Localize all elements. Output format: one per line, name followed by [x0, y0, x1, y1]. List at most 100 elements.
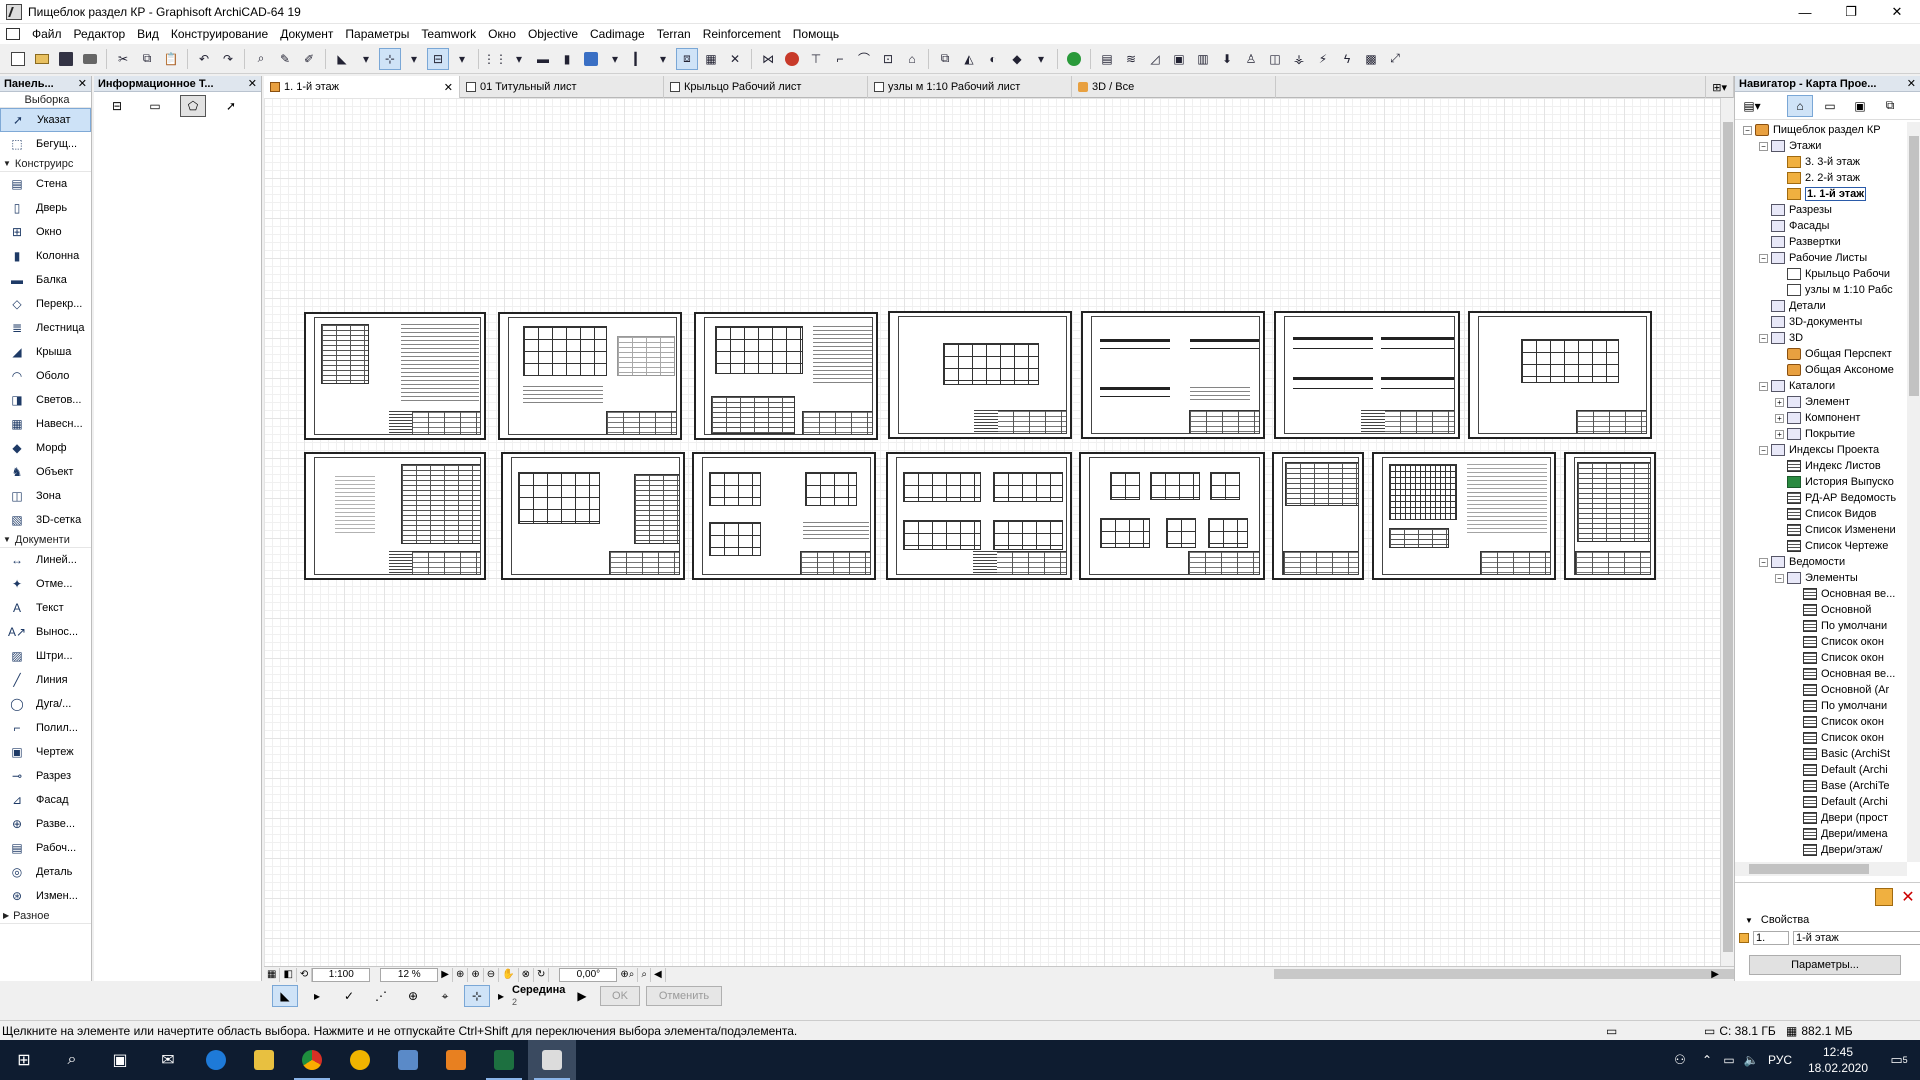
trace-icon[interactable]: ▬ — [532, 48, 554, 70]
snap-grid-icon[interactable]: ⋮⋮ — [483, 48, 507, 70]
menu-window[interactable]: Окно — [482, 24, 522, 44]
tab-menu-button[interactable]: ⊞▾ — [1705, 76, 1734, 98]
tree-node[interactable]: − Каталоги — [1735, 378, 1907, 394]
chart-icon[interactable]: ≋ — [1120, 48, 1142, 70]
layout-book-icon[interactable]: ▤ — [1096, 48, 1118, 70]
tree-node[interactable]: По умолчани — [1735, 618, 1907, 634]
layout-sheet[interactable] — [1468, 311, 1652, 439]
menu-view[interactable]: Вид — [131, 24, 165, 44]
layout-sheet[interactable] — [1564, 452, 1656, 580]
view-map-icon[interactable]: ▭ — [1817, 95, 1843, 117]
new-file-icon[interactable] — [7, 48, 29, 70]
collapse-icon[interactable]: − — [1759, 445, 1768, 455]
zoom-in-area-icon[interactable]: ⊕ — [453, 967, 469, 982]
edge-browser-icon[interactable] — [192, 1040, 240, 1080]
rectangle-selection-icon[interactable]: ▭ — [142, 95, 168, 117]
menu-help[interactable]: Помощь — [787, 24, 845, 44]
find-select-icon[interactable]: ⌕ — [250, 48, 272, 70]
tree-vertical-scrollbar[interactable] — [1907, 122, 1920, 862]
tree-node[interactable]: Список окон — [1735, 634, 1907, 650]
tree-node[interactable]: Крыльцо Рабочи — [1735, 266, 1907, 282]
tree-node[interactable]: − Этажи — [1735, 138, 1907, 154]
dropdown-arrow-icon[interactable]: ▾ — [652, 48, 674, 70]
zoom-in-icon[interactable]: ⊕ — [468, 967, 484, 982]
snap-info[interactable]: Середина 2 — [512, 984, 570, 1008]
tree-node[interactable]: Default (Archi — [1735, 794, 1907, 810]
tree-node[interactable]: По умолчани — [1735, 698, 1907, 714]
tree-node[interactable]: Развертки — [1735, 234, 1907, 250]
dropdown-arrow-icon[interactable]: ▸ — [304, 985, 330, 1007]
menu-objective[interactable]: Objective — [522, 24, 584, 44]
tree-node[interactable]: Общая Перспект — [1735, 346, 1907, 362]
menu-design[interactable]: Конструирование — [165, 24, 274, 44]
tree-node[interactable]: − Индексы Проекта — [1735, 442, 1907, 458]
tree-icon[interactable]: ⚶ — [1288, 48, 1310, 70]
rotate-view-icon[interactable]: ↻ — [534, 967, 550, 982]
flash-icon[interactable]: ϟ — [1336, 48, 1358, 70]
pin-icon[interactable]: ⬇ — [1216, 48, 1238, 70]
layout-sheet[interactable] — [888, 311, 1072, 439]
element-icon[interactable]: ◆ — [1006, 48, 1028, 70]
view-settings-icon[interactable]: ⟲ — [297, 967, 313, 982]
guide-line-tool-icon[interactable]: ◣ — [272, 985, 298, 1007]
people-icon[interactable]: ⚇ — [1664, 1040, 1696, 1080]
clock[interactable]: 12:45 18.02.2020 — [1798, 1044, 1878, 1076]
undo-icon[interactable]: ↶ — [193, 48, 215, 70]
scroll-thumb[interactable] — [1723, 122, 1733, 952]
layout-sheet[interactable] — [1274, 311, 1460, 439]
publisher-sets-icon[interactable]: ⧉ — [1877, 95, 1903, 117]
media-player-icon[interactable] — [432, 1040, 480, 1080]
measure-icon[interactable]: ⤢ — [1384, 48, 1406, 70]
settings-button[interactable]: Параметры... — [1749, 955, 1901, 975]
tree-node[interactable]: 2. 2-й этаж — [1735, 170, 1907, 186]
tool-detail[interactable]: ◎ Деталь — [0, 860, 91, 884]
offset-icon[interactable]: ⌒ — [853, 48, 875, 70]
layout-sheet[interactable] — [694, 312, 878, 440]
suspend-groups-icon[interactable]: ⧈ — [676, 47, 698, 70]
syringe-icon[interactable]: ✐ — [298, 48, 320, 70]
project-map-icon[interactable]: ⌂ — [1787, 94, 1813, 117]
tab-details-worksheet[interactable]: узлы м 1:10 Рабочий лист — [868, 76, 1072, 98]
tree-node[interactable]: Список Изменени — [1735, 522, 1907, 538]
story-index-field[interactable]: 1. — [1753, 931, 1789, 945]
notification-icon[interactable]: ▭ 5 — [1878, 1040, 1920, 1080]
menu-edit[interactable]: Редактор — [68, 24, 132, 44]
fit-in-window-icon[interactable]: ⊗ — [519, 967, 535, 982]
roof-trim-icon[interactable]: ⌂ — [901, 48, 923, 70]
more-header[interactable]: ▶ Разное — [0, 908, 91, 924]
grid-tool-icon[interactable]: ▥ — [1192, 48, 1214, 70]
tool-elevation[interactable]: ⊿ Фасад — [0, 788, 91, 812]
copy-icon[interactable]: ⧉ — [136, 48, 158, 70]
pencil-icon[interactable]: ▎ — [628, 48, 650, 70]
collapse-icon[interactable]: − — [1759, 381, 1768, 391]
tool-drawing[interactable]: ▣ Чертеж — [0, 740, 91, 764]
document-app-icon[interactable] — [384, 1040, 432, 1080]
tree-node[interactable]: − 3D — [1735, 330, 1907, 346]
menu-options[interactable]: Параметры — [339, 24, 415, 44]
layout-sheet[interactable] — [1372, 452, 1556, 580]
network-icon[interactable]: ▭ — [1718, 1040, 1740, 1080]
tree-node[interactable]: + Компонент — [1735, 410, 1907, 426]
pointer-mode-icon[interactable]: ➚ — [218, 95, 244, 117]
dropdown-arrow-icon[interactable]: ▾ — [1030, 48, 1052, 70]
windows-start-icon[interactable]: ⊞ — [0, 1040, 48, 1080]
tool-change[interactable]: ⊛ Измен... — [0, 884, 91, 908]
layer-icon[interactable] — [580, 48, 602, 70]
tree-node[interactable]: Детали — [1735, 298, 1907, 314]
layout-book-icon[interactable]: ▣ — [1847, 95, 1873, 117]
collapse-icon[interactable]: − — [1743, 125, 1752, 135]
tree-node[interactable]: − Элементы — [1735, 570, 1907, 586]
expand-icon[interactable]: + — [1775, 413, 1784, 423]
orientation-field[interactable]: 0,00° — [559, 967, 618, 982]
tool-worksheet[interactable]: ▤ Рабоч... — [0, 836, 91, 860]
figure-icon[interactable]: ♙ — [1240, 48, 1262, 70]
scale-field[interactable]: 1:100 — [312, 967, 371, 982]
redo-icon[interactable]: ↷ — [217, 48, 239, 70]
tool-fill[interactable]: ▨ Штри... — [0, 644, 91, 668]
dropdown-arrow-icon[interactable]: ▸ — [496, 985, 506, 1007]
close-panel-icon[interactable]: ✕ — [248, 77, 257, 90]
tool-dimension[interactable]: ↔ Линей... — [0, 548, 91, 572]
selection-method-icon[interactable]: ⊟ — [104, 95, 130, 117]
tool-marquee[interactable]: ⬚ Бегущ... — [0, 132, 91, 156]
tab-title-sheet[interactable]: 01 Титульный лист — [460, 76, 664, 98]
